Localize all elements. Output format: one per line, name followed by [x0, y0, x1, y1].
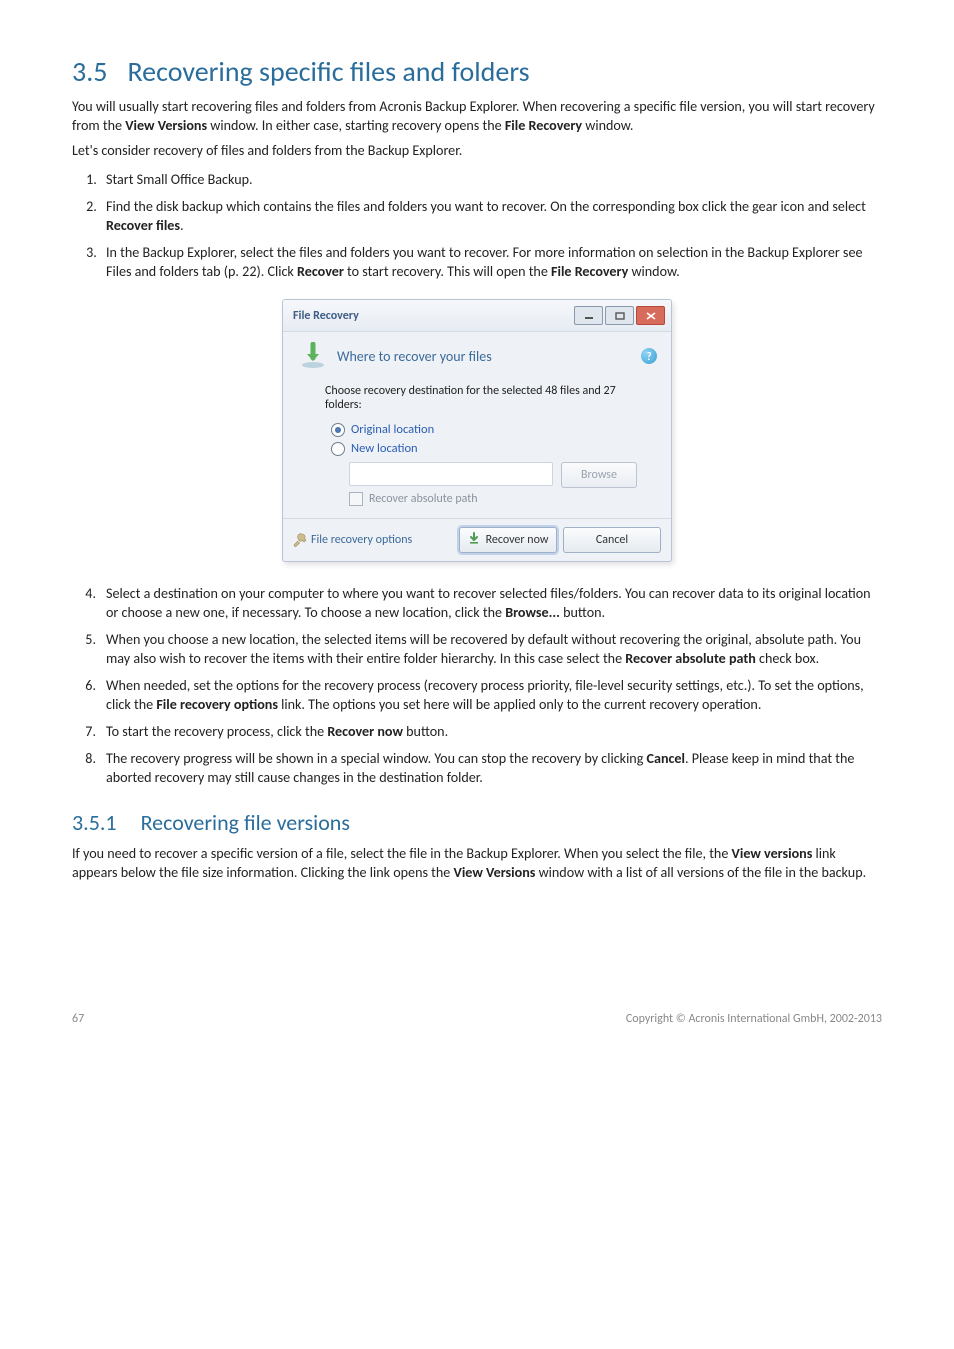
button-label: Browse [581, 468, 617, 482]
maximize-icon [615, 312, 625, 320]
recover-icon [299, 342, 327, 370]
dialog-instruction: Choose recovery destination for the sele… [325, 384, 637, 412]
browse-button[interactable]: Browse [561, 462, 637, 488]
text-run: window. In either case, starting recover… [207, 117, 505, 134]
step-1: Start Small Office Backup. [100, 170, 882, 189]
text-run: . [180, 217, 184, 234]
wrench-icon [293, 533, 307, 547]
text-run: button. [403, 723, 448, 740]
step-7: To start the recovery process, click the… [100, 722, 882, 741]
maximize-button[interactable] [605, 306, 634, 325]
bold-term: File Recovery [505, 117, 582, 134]
copyright-text: Copyright © Acronis International GmbH, … [626, 1012, 882, 1026]
section-title: Recovering specific files and folders [127, 54, 529, 89]
text-run: window. [582, 117, 633, 134]
dialog-header: Where to recover your files ? [283, 332, 671, 380]
close-icon [646, 312, 656, 320]
steps-list-2: Select a destination on your computer to… [72, 584, 882, 787]
checkbox-icon [349, 492, 363, 506]
text-run: check box. [756, 650, 819, 667]
bold-term: Browse... [505, 604, 560, 621]
intro-paragraph-1: You will usually start recovering files … [72, 97, 882, 135]
bold-term: Recover [297, 263, 344, 280]
bold-term: Recover now [327, 723, 403, 740]
recover-absolute-path-checkbox[interactable]: Recover absolute path [349, 492, 637, 506]
text-run: Select a destination on your computer to… [106, 585, 871, 621]
file-recovery-dialog: File Recovery [282, 299, 672, 562]
subsection-heading: 3.5.1 Recovering file versions [72, 809, 882, 836]
bold-term: View Versions [125, 117, 207, 134]
location-input[interactable] [349, 462, 553, 486]
dialog-body: Choose recovery destination for the sele… [283, 380, 671, 518]
text-run: window. [628, 263, 679, 280]
step-5: When you choose a new location, the sele… [100, 630, 882, 668]
text-run: To start the recovery process, click the [106, 723, 327, 740]
link-label: File recovery options [311, 533, 412, 547]
subsection-number: 3.5.1 [72, 809, 117, 836]
text-run: to start recovery. This will open the [344, 263, 551, 280]
bold-term: Recover files [106, 217, 180, 234]
download-arrow-icon [468, 532, 480, 548]
radio-original-location[interactable]: Original location [331, 422, 637, 437]
text-run: window with a list of all versions of th… [535, 864, 866, 881]
dialog-title: File Recovery [293, 309, 359, 323]
radio-label: Original location [351, 422, 434, 437]
close-button[interactable] [636, 306, 665, 325]
intro-paragraph-2: Let's consider recovery of files and fol… [72, 141, 882, 160]
file-recovery-options-link[interactable]: File recovery options [293, 533, 412, 547]
button-label: Recover now [486, 533, 549, 547]
text-run: button. [560, 604, 605, 621]
dialog-footer: File recovery options Recover now Cancel [283, 518, 671, 561]
section-heading: 3.5 Recovering specific files and folders [72, 54, 882, 89]
text-run: If you need to recover a specific versio… [72, 845, 732, 862]
minimize-button[interactable] [574, 306, 603, 325]
radio-label: New location [351, 441, 418, 456]
dialog-screenshot-wrapper: File Recovery [72, 299, 882, 562]
text-run: Find the disk backup which contains the … [106, 198, 866, 215]
text-run: link. The options you set here will be a… [278, 696, 761, 713]
section-number: 3.5 [72, 54, 107, 89]
step-2: Find the disk backup which contains the … [100, 197, 882, 235]
bold-term: Recover absolute path [625, 650, 756, 667]
recover-now-button[interactable]: Recover now [459, 527, 557, 553]
bold-term: Cancel [647, 750, 685, 767]
step-4: Select a destination on your computer to… [100, 584, 882, 622]
text-run: The recovery progress will be shown in a… [106, 750, 647, 767]
bold-term: File Recovery [551, 263, 628, 280]
bold-term: View Versions [454, 864, 536, 881]
dialog-titlebar: File Recovery [283, 300, 671, 332]
subsection-title: Recovering file versions [141, 809, 350, 836]
radio-icon [331, 423, 345, 437]
steps-list-1: Start Small Office Backup. Find the disk… [72, 170, 882, 281]
page-footer: 67 Copyright © Acronis International Gmb… [72, 1012, 882, 1026]
location-row: Browse [349, 462, 637, 488]
radio-icon [331, 442, 345, 456]
button-label: Cancel [596, 533, 628, 547]
help-button[interactable]: ? [641, 348, 657, 364]
subsection-paragraph: If you need to recover a specific versio… [72, 844, 882, 882]
radio-new-location[interactable]: New location [331, 441, 637, 456]
page-number: 67 [72, 1012, 84, 1026]
dialog-header-text: Where to recover your files [337, 348, 492, 365]
document-page: 3.5 Recovering specific files and folders… [0, 0, 954, 1066]
minimize-icon [584, 312, 594, 320]
bold-term: View versions [732, 845, 813, 862]
step-6: When needed, set the options for the rec… [100, 676, 882, 714]
step-8: The recovery progress will be shown in a… [100, 749, 882, 787]
checkbox-label: Recover absolute path [369, 492, 478, 506]
cancel-button[interactable]: Cancel [563, 527, 661, 553]
step-3: In the Backup Explorer, select the files… [100, 243, 882, 281]
bold-term: File recovery options [156, 696, 278, 713]
